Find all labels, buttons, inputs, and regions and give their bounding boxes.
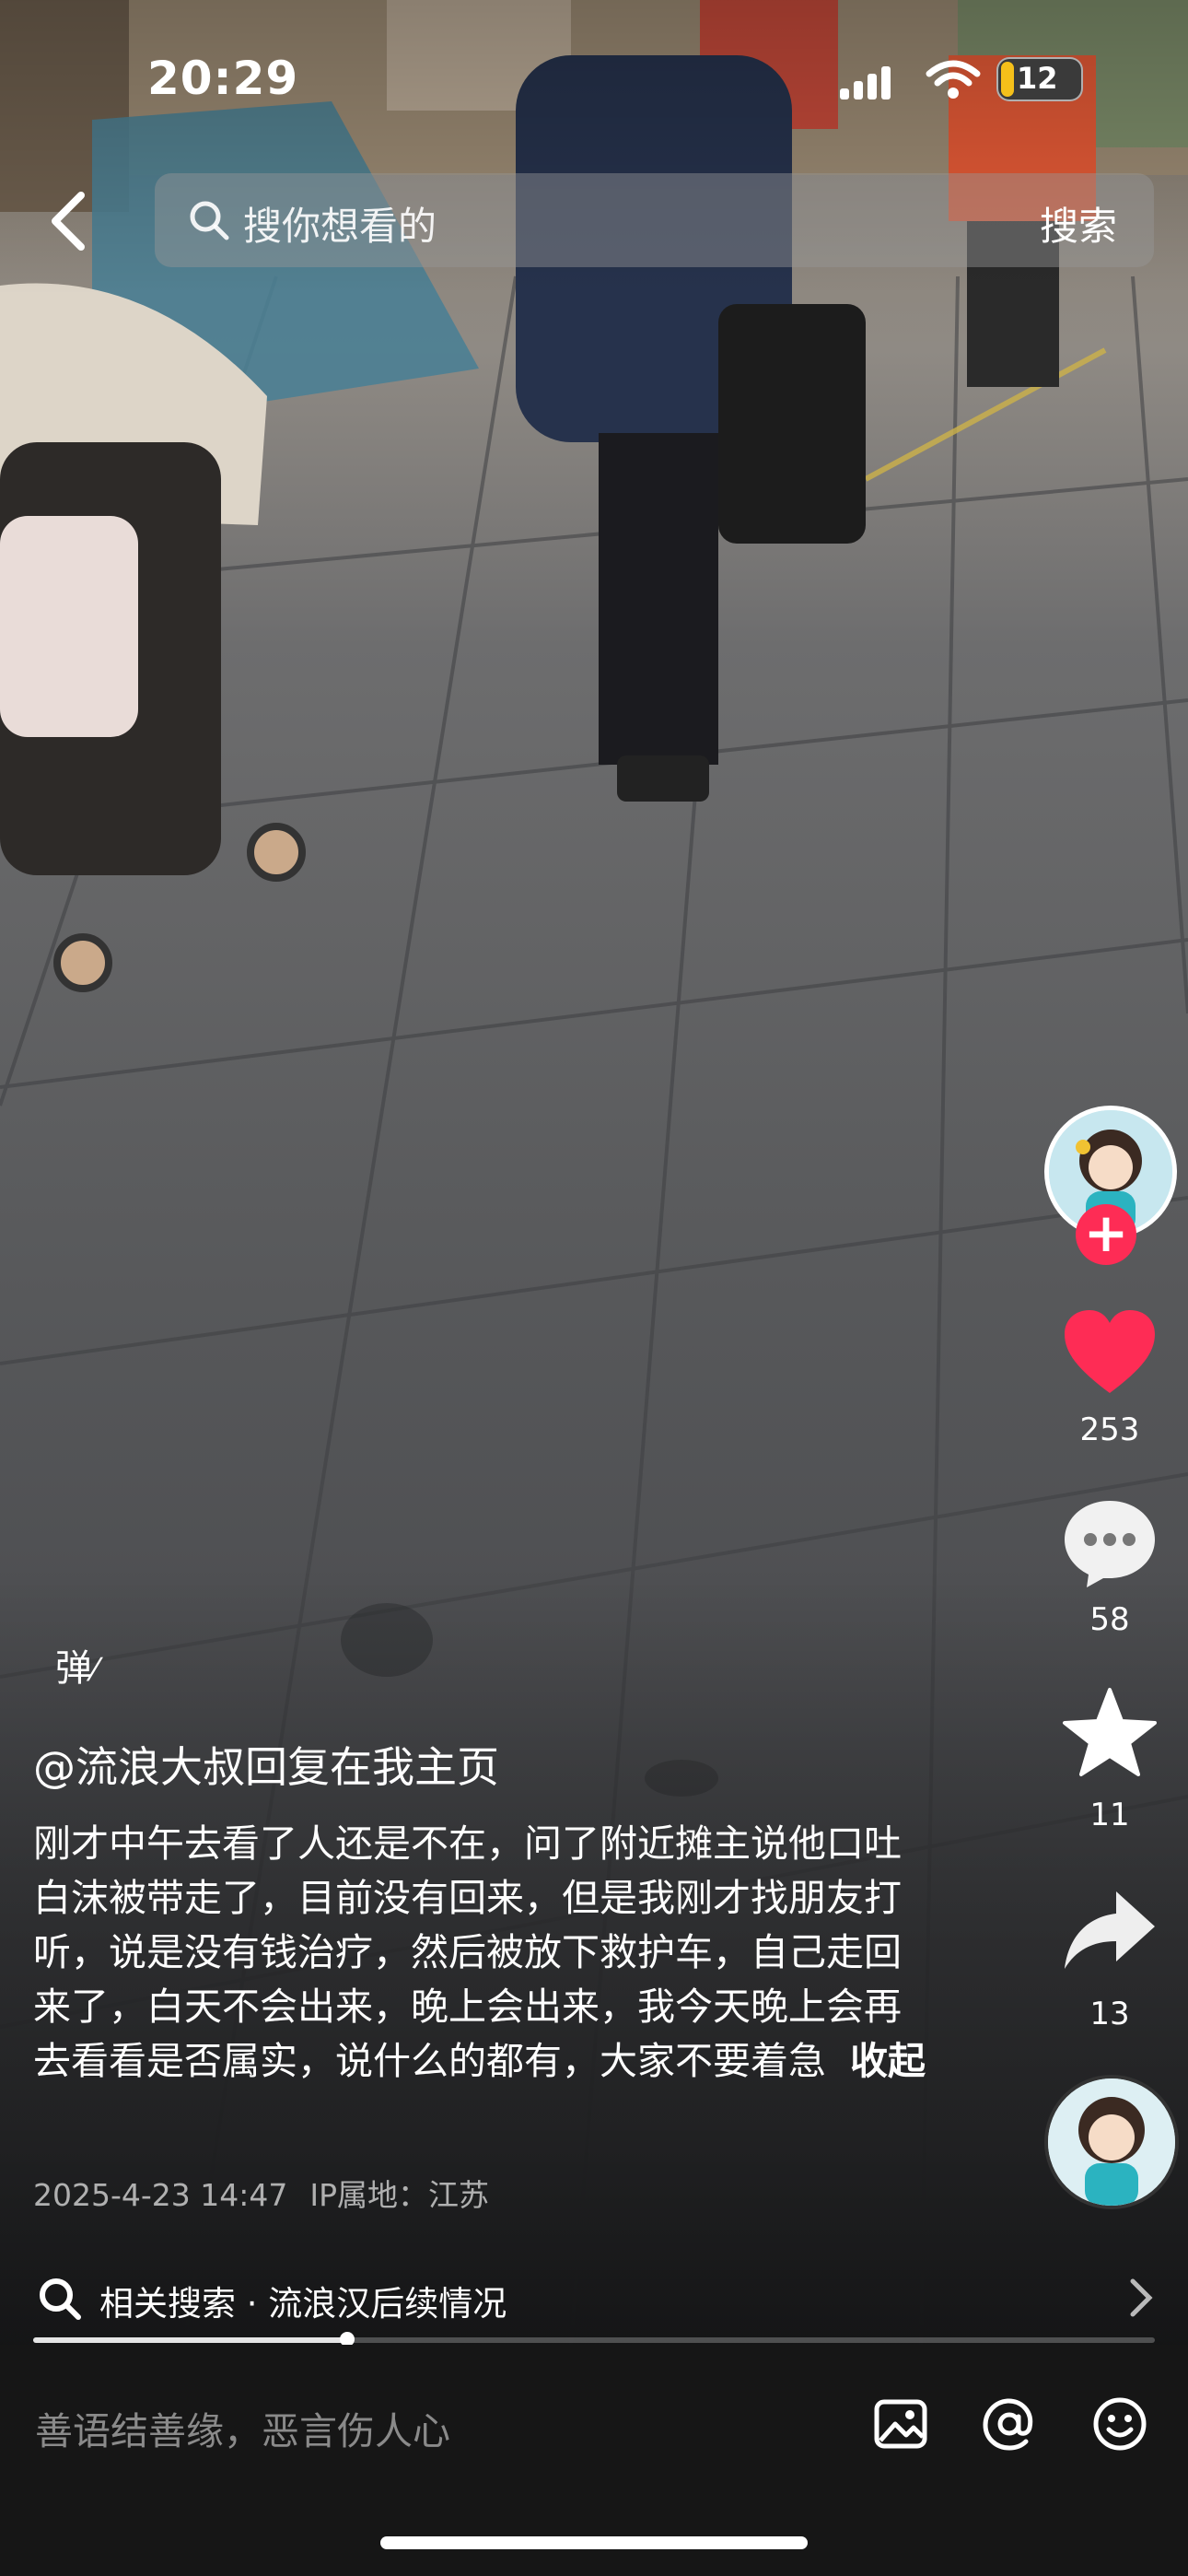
related-search-separator: · (246, 2284, 258, 2324)
like-button[interactable] (1059, 1308, 1160, 1400)
back-button[interactable] (37, 184, 101, 258)
related-search-bar[interactable]: 相关搜索 · 流浪汉后续情况 (0, 2259, 1188, 2338)
creator-handle[interactable]: @流浪大叔回复在我主页 (33, 1734, 499, 1795)
search-button[interactable]: 搜索 (1040, 195, 1117, 252)
status-bar: 20:29 12 (0, 0, 1188, 147)
comment-count: 58 (1089, 1601, 1130, 1638)
video-progress-bar[interactable] (33, 2332, 1155, 2347)
star-icon (1063, 1688, 1157, 1776)
like-count: 253 (1079, 1411, 1140, 1448)
video-description[interactable]: 刚才中午去看了人还是不在，问了附近摊主说他口吐白沫被带走了，目前没有回来，但是我… (33, 1817, 926, 2089)
chevron-right-icon (1130, 2278, 1153, 2317)
search-icon (40, 2278, 81, 2320)
related-search-label: 相关搜索 (99, 2284, 236, 2324)
share-count: 13 (1089, 1996, 1130, 2032)
share-arrow-icon (1065, 1891, 1155, 1969)
image-button[interactable] (871, 2395, 930, 2453)
danmaku-slash-icon: ⁄ (92, 1652, 98, 1689)
comment-button[interactable] (1059, 1497, 1160, 1593)
home-indicator[interactable] (380, 2536, 808, 2549)
related-search-query: 流浪汉后续情况 (268, 2284, 507, 2324)
share-button[interactable] (1059, 1884, 1160, 1980)
battery-indicator: 12 (996, 57, 1083, 101)
wifi-icon (926, 60, 981, 99)
search-input[interactable]: 搜你想看的 (243, 195, 437, 252)
app-screen: 20:29 12 搜你想看的 搜索 + 253 58 11 13 弹⁄ @流浪大… (0, 0, 1188, 2576)
cellular-signal-icon (840, 66, 895, 100)
battery-level (1001, 62, 1014, 97)
mention-button[interactable] (980, 2395, 1039, 2453)
post-meta: 2025-4-23 14:47 IP属地：江苏 (33, 2171, 489, 2215)
danmaku-label: 弹 (55, 1647, 92, 1690)
emoji-button[interactable] (1090, 2395, 1149, 2453)
heart-icon (1065, 1310, 1155, 1393)
collapse-button[interactable]: 收起 (850, 2039, 926, 2083)
search-icon (190, 201, 229, 240)
follow-button[interactable]: + (1076, 1204, 1136, 1265)
battery-percent: 12 (1017, 61, 1058, 96)
danmaku-toggle[interactable]: 弹⁄ (55, 1638, 98, 1692)
status-time: 20:29 (147, 52, 299, 105)
favorite-button[interactable] (1059, 1686, 1160, 1782)
video-progress-fill (33, 2337, 348, 2343)
post-date: 2025-4-23 14:47 (33, 2177, 288, 2213)
at-icon (983, 2398, 1033, 2451)
comment-bubble-icon (1065, 1501, 1155, 1587)
emoji-icon (1093, 2397, 1147, 2451)
back-arrow-icon (52, 192, 85, 251)
favorite-count: 11 (1089, 1797, 1130, 1833)
comment-input[interactable]: 善语结善缘，恶言伤人心 (35, 2400, 450, 2455)
related-search-text: 相关搜索 · 流浪汉后续情况 (99, 2276, 507, 2325)
music-disc-image (1048, 2078, 1175, 2206)
image-icon (874, 2399, 927, 2449)
music-disc[interactable] (1044, 2075, 1179, 2209)
description-text: 刚才中午去看了人还是不在，问了附近摊主说他口吐白沫被带走了，目前没有回来，但是我… (33, 1821, 902, 2083)
search-bar[interactable]: 搜你想看的 搜索 (155, 173, 1154, 267)
ip-location: IP属地：江苏 (309, 2177, 490, 2213)
